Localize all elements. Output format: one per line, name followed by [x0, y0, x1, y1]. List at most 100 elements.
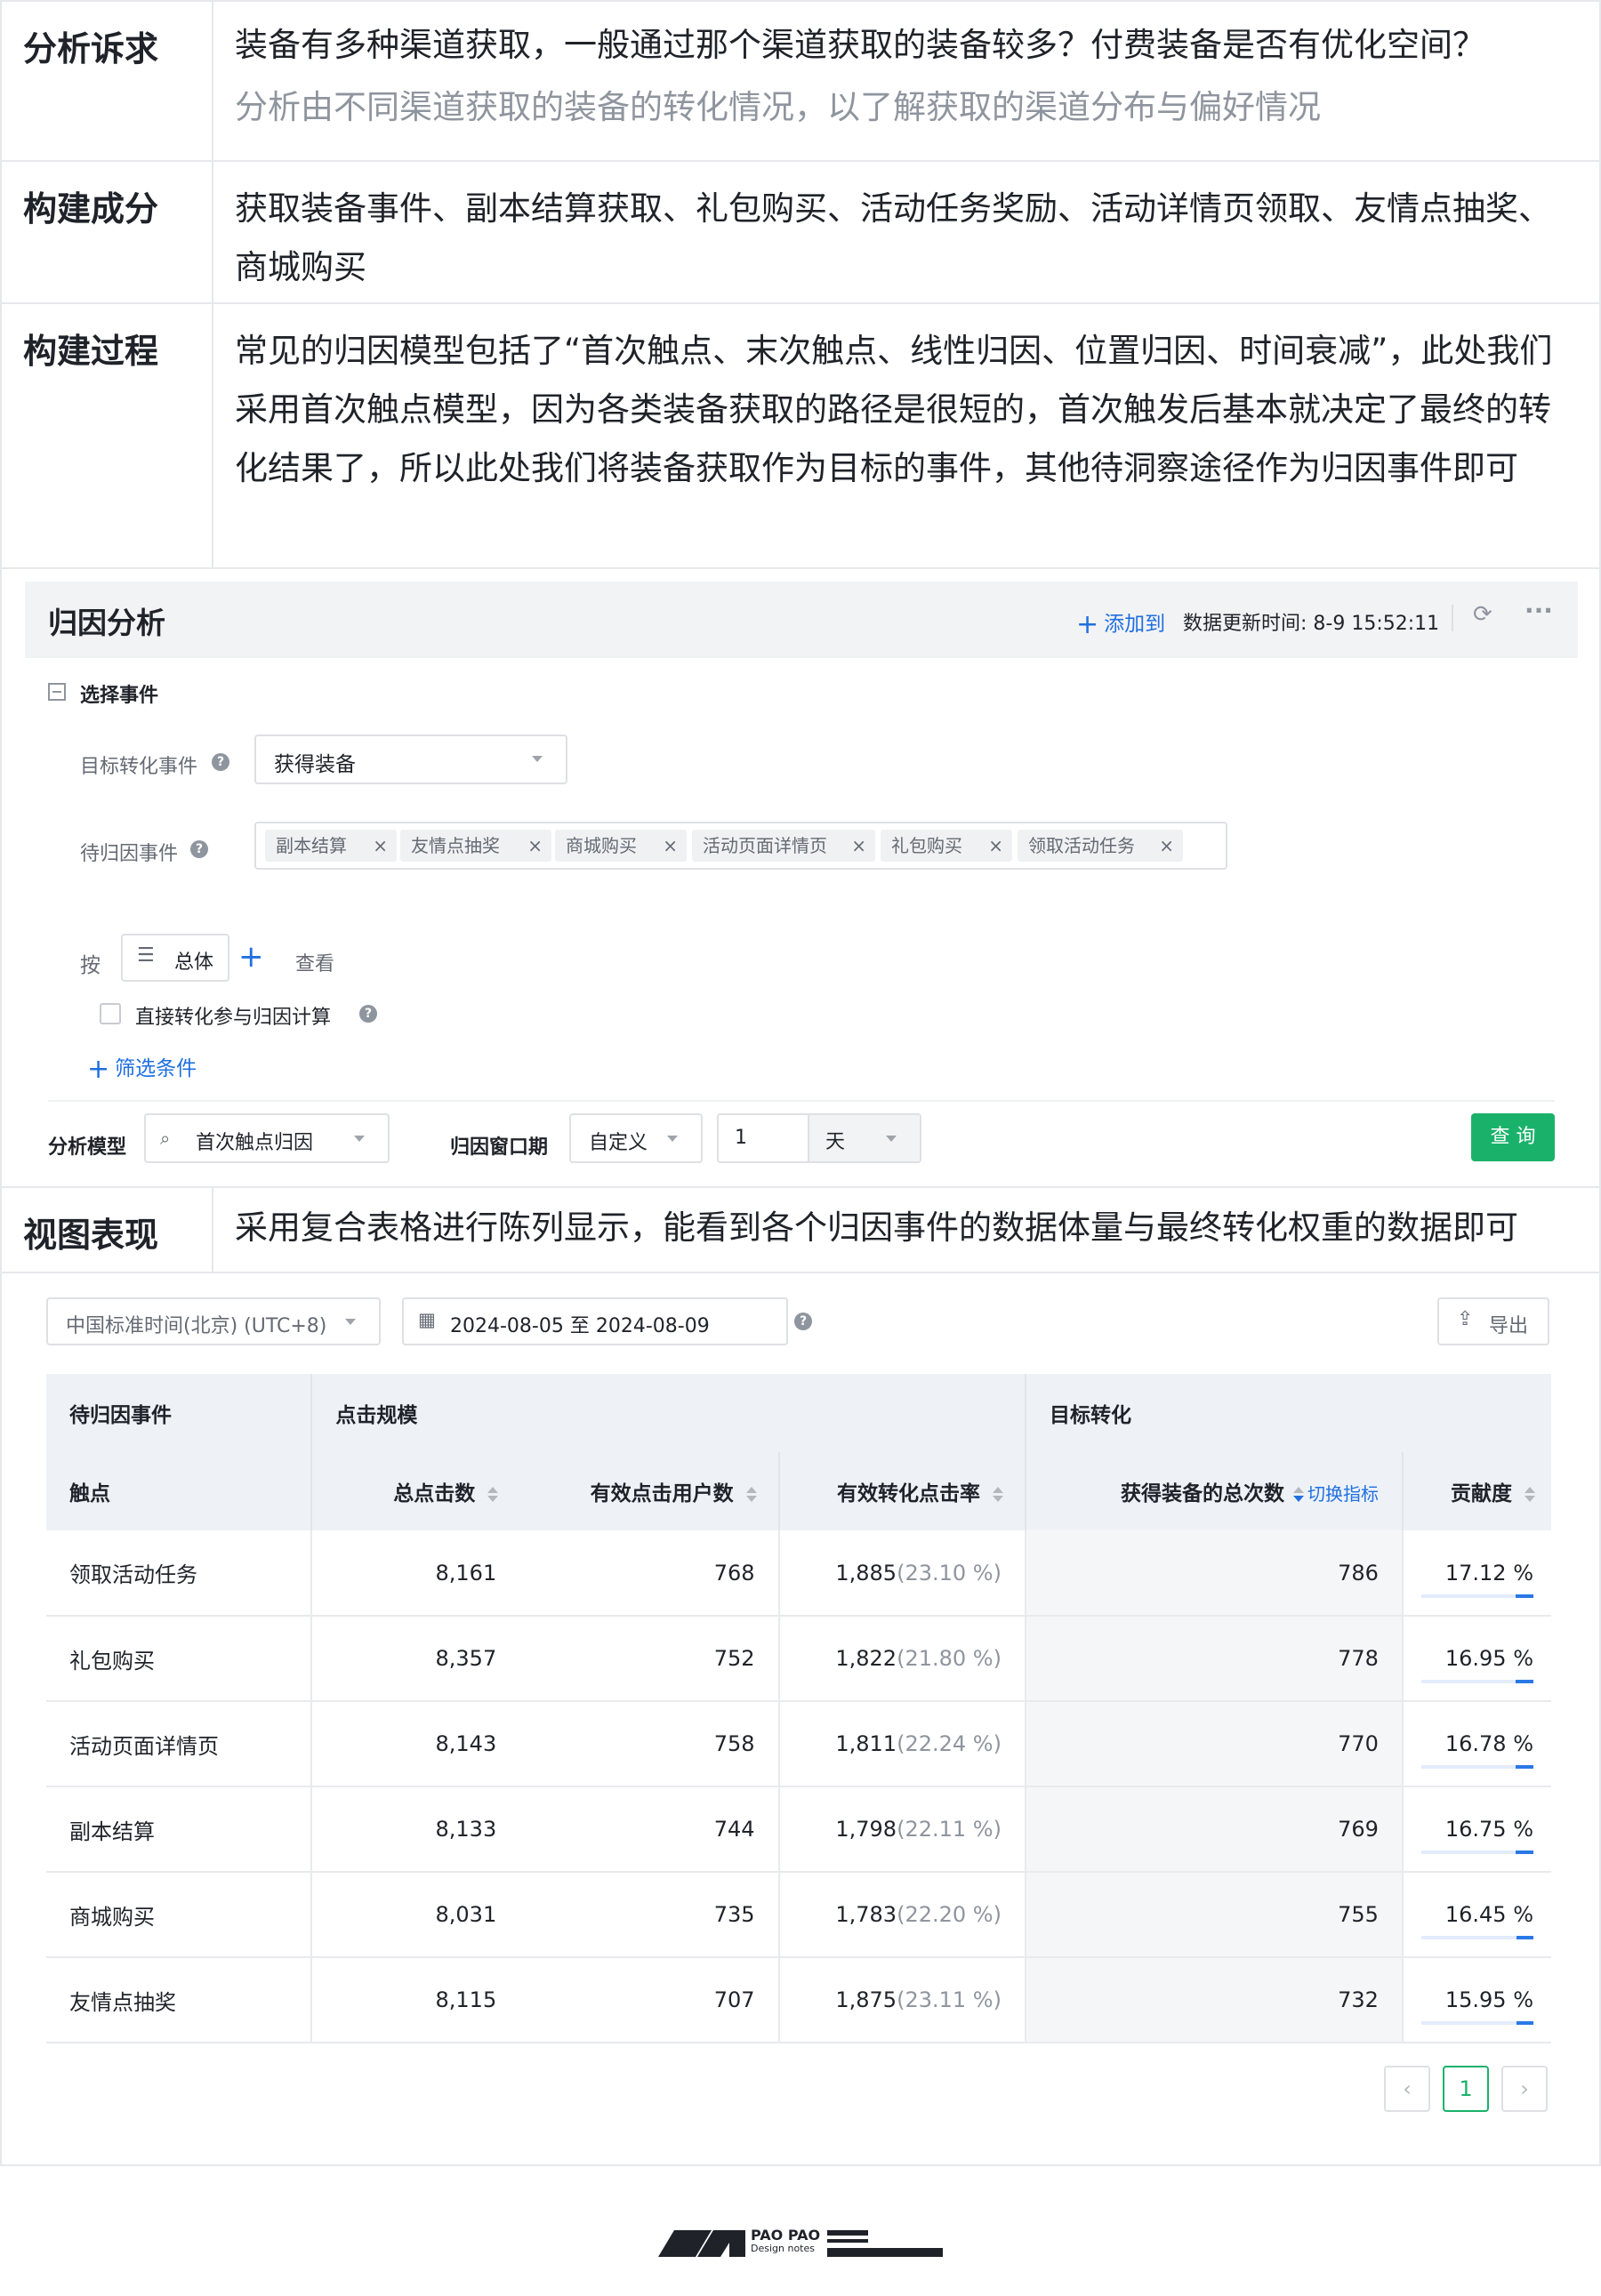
target-event-label: 目标转化事件	[80, 756, 198, 778]
col-header-total-clicks[interactable]: 总点击数	[310, 1452, 520, 1530]
contribution-bar	[1421, 1850, 1533, 1854]
add-to-button[interactable]: + 添加到	[1076, 606, 1165, 640]
target-event-value: 获得装备	[274, 753, 356, 776]
valid-users-cell: 768	[519, 1530, 779, 1617]
col-header-total-get[interactable]: 获得装备的总次数 切换指标	[1024, 1452, 1403, 1530]
query-button[interactable]: 查 询	[1471, 1113, 1555, 1161]
process-label: 构建过程	[2, 304, 213, 567]
export-button[interactable]: ⇪ 导出	[1437, 1297, 1549, 1345]
conv-percent: (22.11 %)	[897, 1817, 1002, 1842]
conv-count: 1,798	[835, 1817, 897, 1842]
group-header-clicks: 点击规模	[310, 1374, 1026, 1452]
contribution-cell: 16.75 %	[1401, 1786, 1551, 1873]
window-unit-select[interactable]: 天	[808, 1115, 920, 1161]
attr-tag[interactable]: 礼包购买 ×	[881, 830, 1012, 862]
model-icon: ⌕	[160, 1128, 171, 1149]
contribution-value: 17.12 %	[1444, 1560, 1533, 1586]
group-value: 总体	[174, 951, 214, 974]
model-value: 首次触点归因	[196, 1132, 314, 1154]
plus-icon: +	[1076, 609, 1099, 640]
attr-tag[interactable]: 商城购买 ×	[555, 830, 687, 862]
contribution-bar-fill	[1517, 2021, 1533, 2025]
direct-conv-checkbox[interactable]	[100, 1003, 121, 1024]
attr-event-multiselect[interactable]: 副本结算 × 友情点抽奖 × 商城购买 × 活动页面详情页 × 礼包购买 × 领取活动任务…	[254, 822, 1227, 870]
attr-tag[interactable]: 领取活动任务 ×	[1018, 830, 1183, 862]
components-label: 构建成分	[2, 162, 213, 302]
conv-rate-cell: 1,885(23.10 %)	[777, 1530, 1026, 1617]
brand-name: PAO PAO	[751, 2227, 821, 2244]
total-get-cell: 769	[1024, 1786, 1403, 1873]
conv-count: 1,783	[835, 1902, 897, 1927]
window-num-value: 1	[735, 1127, 747, 1149]
tag-label: 领取活动任务	[1028, 835, 1135, 856]
total-get-cell: 778	[1024, 1616, 1403, 1702]
help-icon[interactable]: ?	[359, 1005, 377, 1023]
sort-icon[interactable]	[745, 1484, 757, 1505]
sort-icon[interactable]	[1292, 1484, 1304, 1505]
valid-users-cell: 744	[519, 1786, 779, 1873]
close-icon[interactable]: ×	[663, 830, 678, 862]
attr-tag[interactable]: 副本结算 ×	[265, 830, 397, 862]
col-label: 总点击数	[393, 1482, 476, 1505]
attr-tag[interactable]: 友情点抽奖 ×	[400, 830, 551, 862]
switch-metric-link[interactable]: 切换指标	[1307, 1483, 1379, 1505]
close-icon[interactable]: ×	[851, 830, 866, 862]
target-event-select[interactable]: 获得装备	[254, 735, 567, 784]
col-header-contribution[interactable]: 贡献度	[1401, 1452, 1551, 1530]
model-select[interactable]: ⌕ 首次触点归因	[144, 1113, 390, 1163]
sort-icon[interactable]	[487, 1484, 499, 1505]
close-icon[interactable]: ×	[527, 830, 543, 862]
contribution-value: 15.95 %	[1444, 1987, 1533, 2012]
direct-conv-label: 直接转化参与归因计算	[135, 1007, 332, 1029]
window-type-select[interactable]: 自定义	[569, 1113, 703, 1163]
conv-rate-cell: 1,783(22.20 %)	[777, 1872, 1026, 1958]
prev-page-button[interactable]: ‹	[1384, 2066, 1430, 2112]
components-row: 构建成分 获取装备事件、副本结算获取、礼包购买、活动任务奖励、活动详情页领取、友…	[0, 162, 1601, 304]
add-group-button[interactable]: +	[238, 939, 264, 975]
attr-tag[interactable]: 活动页面详情页 ×	[692, 830, 875, 862]
col-header-conv-rate[interactable]: 有效转化点击率	[777, 1452, 1026, 1530]
page-1-button[interactable]: 1	[1443, 2066, 1489, 2112]
contribution-bar-fill	[1516, 1594, 1533, 1598]
date-range-picker[interactable]: ▦ 2024-08-05 至 2024-08-09	[402, 1297, 788, 1345]
help-icon[interactable]: ?	[212, 753, 229, 771]
conv-percent: (22.24 %)	[897, 1731, 1002, 1756]
help-icon[interactable]: ?	[190, 840, 208, 858]
contribution-cell: 16.78 %	[1401, 1701, 1551, 1787]
contribution-value: 16.78 %	[1444, 1731, 1533, 1756]
contribution-value: 16.75 %	[1444, 1817, 1533, 1842]
timezone-select[interactable]: 中国标准时间(北京) (UTC+8)	[46, 1297, 381, 1345]
touch-name: 副本结算	[46, 1786, 312, 1873]
add-filter-button[interactable]: + 筛选条件	[87, 1051, 197, 1085]
window-num-input[interactable]: 1 天	[717, 1113, 921, 1163]
process-row: 构建过程 常见的归因模型包括了“首次触点、末次触点、线性归因、位置归因、时间衰减…	[0, 304, 1601, 569]
more-icon[interactable]: ···	[1525, 596, 1553, 625]
close-icon[interactable]: ×	[373, 830, 388, 862]
total-clicks-cell: 8,031	[310, 1872, 520, 1958]
contribution-bar-fill	[1516, 1765, 1533, 1769]
collapse-icon[interactable]	[48, 683, 66, 701]
contribution-cell: 17.12 %	[1401, 1530, 1551, 1617]
close-icon[interactable]: ×	[1159, 830, 1174, 862]
export-icon: ⇪	[1457, 1308, 1474, 1330]
sort-icon[interactable]	[992, 1484, 1003, 1505]
refresh-icon[interactable]: ⟳	[1473, 601, 1492, 628]
tag-label: 活动页面详情页	[703, 835, 827, 856]
group-by-select[interactable]: ☰ 总体	[121, 934, 229, 982]
next-page-button[interactable]: ›	[1501, 2066, 1548, 2112]
date-range-value: 2024-08-05 至 2024-08-09	[450, 1315, 710, 1337]
help-icon[interactable]: ?	[794, 1313, 812, 1330]
conv-count: 1,811	[835, 1731, 897, 1756]
appeal-line2: 分析由不同渠道获取的装备的转化情况，以了解获取的渠道分布与偏好情况	[235, 88, 1321, 126]
conv-rate-cell: 1,798(22.11 %)	[777, 1786, 1026, 1873]
touch-name: 活动页面详情页	[46, 1701, 312, 1787]
view-row: 视图表现 采用复合表格进行陈列显示，能看到各个归因事件的数据体量与最终转化权重的…	[0, 1188, 1601, 1273]
by-label: 按	[80, 954, 101, 977]
close-icon[interactable]: ×	[988, 830, 1003, 862]
conv-rate-cell: 1,822(21.80 %)	[777, 1616, 1026, 1702]
col-header-valid-users[interactable]: 有效点击用户数	[519, 1452, 779, 1530]
total-clicks-cell: 8,133	[310, 1786, 520, 1873]
sort-icon[interactable]	[1525, 1484, 1535, 1505]
contribution-bar	[1421, 1594, 1533, 1598]
chevron-down-icon	[532, 756, 543, 762]
